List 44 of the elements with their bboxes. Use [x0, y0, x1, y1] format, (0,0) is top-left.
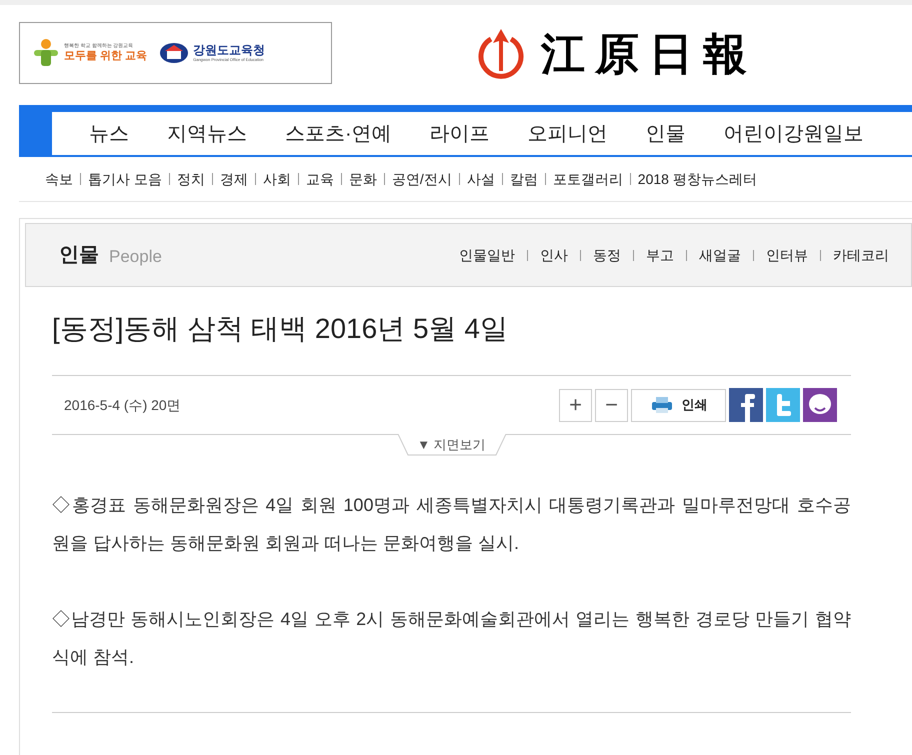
article-paragraph: ◇홍경표 동해문화원장은 4일 회원 100명과 세종특별자치시 대통령기록관과 밀마루전망대 호수공원을 답사하는 동해문화원 회원과 떠나는 문화여행을 실시. [52, 494, 851, 555]
sub-nav-link[interactable]: 칼럼 [510, 168, 538, 190]
section-title: 인물 [59, 243, 99, 268]
sub-nav-link[interactable]: 정치 [176, 168, 205, 190]
font-size-button[interactable]: − [595, 388, 628, 422]
person-figure-icon [32, 38, 60, 68]
section-link[interactable]: 인사 [540, 244, 568, 266]
sub-nav-link[interactable]: 2018 평창뉴스레터 [638, 168, 757, 190]
main-nav-link[interactable]: 라이프 [430, 118, 490, 148]
sub-nav-link[interactable]: 톱기사 모음 [88, 168, 162, 190]
main-nav-link[interactable]: 뉴스 [89, 118, 129, 148]
main-nav-link[interactable]: 인물 [646, 118, 686, 148]
article-headline: [동정]동해 삼척 태백 2016년 5월 4일 [52, 312, 509, 346]
main-nav-link[interactable]: 어린이강원일보 [724, 118, 864, 148]
section-link[interactable]: 카테코리 [833, 244, 889, 266]
section-link[interactable]: 동정 [593, 244, 621, 266]
printer-icon [650, 396, 674, 414]
print-button[interactable]: 인쇄 [631, 388, 726, 422]
main-nav-link[interactable]: 스포츠·연예 [285, 118, 392, 148]
sub-nav-link[interactable]: 사설 [466, 168, 495, 190]
main-nav-link[interactable]: 지역뉴스 [167, 118, 247, 148]
sub-nav-link[interactable]: 속보 [45, 168, 73, 190]
facebook-share-icon[interactable] [729, 388, 763, 422]
section-link[interactable]: 인물일반 [459, 244, 515, 266]
sub-nav-link[interactable]: 문화 [348, 168, 377, 190]
sub-nav-link[interactable]: 사회 [262, 168, 291, 190]
section-link[interactable]: 부고 [646, 244, 674, 266]
sub-nav-link[interactable]: 교육 [306, 168, 334, 190]
masthead-title[interactable]: 江原日報 [541, 22, 757, 88]
page-view-tab[interactable]: ▼ 지면보기 [398, 434, 506, 456]
ad-office: 강원도교육청 [193, 44, 266, 56]
section-subtitle: People [109, 246, 162, 268]
article-paragraph: ◇남경만 동해시노인회장은 4일 오후 2시 동해문화예술회관에서 열리는 행복한 경로당 만들기 협약식에 참석. [52, 608, 851, 669]
main-nav-link[interactable]: 오피니언 [528, 118, 608, 148]
sub-nav-link[interactable]: 포토갤러리 [552, 168, 623, 190]
font-size-button[interactable]: + [559, 388, 592, 422]
building-emblem-icon [159, 42, 190, 64]
section-link[interactable]: 인터뷰 [766, 244, 808, 266]
ad-motto: 모두를 위한 교육 [64, 50, 148, 62]
sub-nav-link[interactable]: 경제 [220, 168, 248, 190]
speech-bubble-share-icon[interactable] [803, 388, 837, 422]
section-link[interactable]: 새얼굴 [699, 244, 741, 266]
sub-nav-link[interactable]: 공연/전시 [392, 168, 452, 190]
article-date: 2016-5-4 (수) 20면 [64, 396, 181, 415]
